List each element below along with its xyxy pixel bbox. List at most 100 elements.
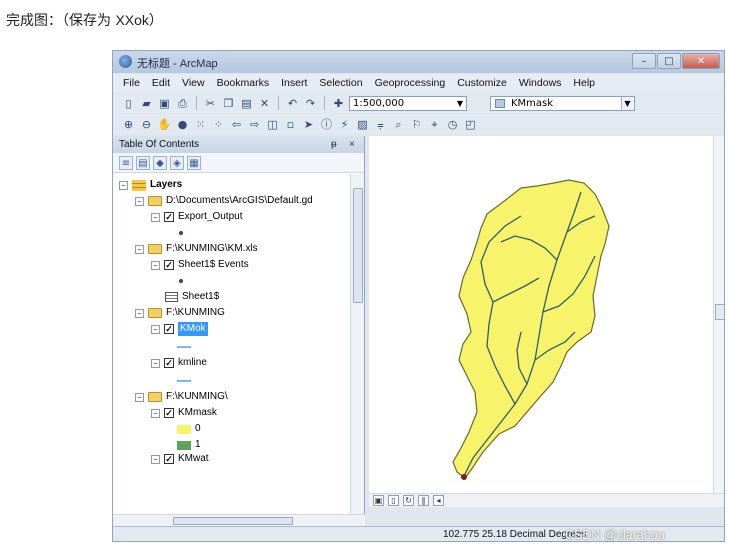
title-bar[interactable]: 无标题 - ArcMap – □ ✕ [113,51,724,73]
chevron-down-icon[interactable]: ▼ [457,97,463,110]
toc-row-export-output[interactable]: − ✓ Export_Output [151,210,242,224]
options-icon[interactable]: ▦ [187,155,201,170]
toc-vertical-scrollbar[interactable] [350,174,364,514]
list-by-drawing-order-icon[interactable]: ≡ [119,155,133,170]
visibility-checkbox[interactable]: ✓ [164,358,174,368]
collapse-icon[interactable]: − [151,358,160,368]
menu-help[interactable]: Help [573,77,595,89]
visibility-checkbox[interactable]: ✓ [164,324,174,334]
html-popup-icon[interactable]: ▨ [355,117,370,132]
fixed-zoom-in-icon[interactable]: ⁙ [193,117,208,132]
menu-selection[interactable]: Selection [319,77,362,89]
maximize-button[interactable]: □ [657,53,681,69]
collapse-icon[interactable]: − [151,408,160,418]
paste-icon[interactable]: ▤ [239,96,254,111]
close-icon[interactable]: × [349,136,355,153]
toc-row-sheet-table[interactable]: Sheet1$ [165,290,219,304]
list-by-visibility-icon[interactable]: ◆ [153,155,167,170]
collapse-icon[interactable]: − [119,180,128,190]
print-icon[interactable]: ⎙ [175,96,190,111]
delete-icon[interactable]: ✕ [257,96,272,111]
visibility-checkbox[interactable]: ✓ [164,260,174,270]
hyperlink-icon[interactable]: ⚡ [337,117,352,132]
collapse-icon[interactable]: − [151,212,160,222]
visibility-checkbox[interactable]: ✓ [164,408,174,418]
collapse-icon[interactable]: − [135,392,144,402]
chevron-down-icon[interactable]: ▼ [621,96,633,110]
layer-label-selected[interactable]: KMok [178,322,208,336]
list-by-selection-icon[interactable]: ◈ [170,155,184,170]
toc-row-group-kunming-sub[interactable]: − F:\KUNMING\ [135,390,228,404]
map-display[interactable] [369,136,713,493]
toc-row-kmline[interactable]: − ✓ kmline [151,356,207,370]
scrollbar-thumb[interactable] [173,517,293,525]
toc-row-group-default-gdb[interactable]: − D:\Documents\ArcGIS\Default.gd [135,194,313,208]
toc-row-group-kunming[interactable]: − F:\KUNMING [135,306,225,320]
menu-geoprocessing[interactable]: Geoprocessing [375,77,446,89]
collapse-icon[interactable]: − [151,260,160,270]
clear-selection-icon[interactable]: ▫ [283,117,298,132]
open-folder-icon[interactable]: ▰ [139,96,154,111]
map-vertical-scrollbar[interactable] [713,136,724,493]
pin-icon[interactable]: ᵽ [331,136,337,153]
group-path-label: F:\KUNMING\KM.xls [166,243,258,254]
redo-icon[interactable]: ↷ [303,96,318,111]
menu-customize[interactable]: Customize [457,77,507,89]
map-scale-combo[interactable]: 1:500,000 ▼ [349,95,467,111]
collapse-icon[interactable]: − [151,454,160,464]
scrollbar-thumb[interactable] [715,304,724,320]
toc-row-kmwat[interactable]: − ✓ KMwat [151,454,209,464]
pause-drawing-icon[interactable]: ‖ [418,495,429,506]
find-route-icon[interactable]: ⚐ [409,117,424,132]
target-layer-combo[interactable]: KMmask ▼ [490,95,635,111]
add-data-icon[interactable]: ✚ [331,96,346,111]
save-icon[interactable]: ▣ [157,96,172,111]
menu-bookmarks[interactable]: Bookmarks [217,77,270,89]
toc-row-layers[interactable]: − Layers [119,178,182,192]
refresh-icon[interactable]: ↻ [403,495,414,506]
fixed-zoom-out-icon[interactable]: ⁘ [211,117,226,132]
find-icon[interactable]: ⌕ [391,117,406,132]
cut-icon[interactable]: ✂ [203,96,218,111]
collapse-icon[interactable]: − [135,308,144,318]
visibility-checkbox[interactable]: ✓ [164,454,174,464]
new-document-icon[interactable]: ▯ [121,96,136,111]
minimize-button[interactable]: – [632,53,656,69]
toc-row-group-km-xls[interactable]: − F:\KUNMING\KM.xls [135,242,258,256]
collapse-icon[interactable]: − [135,196,144,206]
select-elements-icon[interactable]: ➤ [301,117,316,132]
layout-view-icon[interactable]: ▯ [388,495,399,506]
toc-row-kmmask[interactable]: − ✓ KMmask [151,406,217,420]
measure-icon[interactable]: ⩦ [373,117,388,132]
full-extent-icon[interactable]: ● [175,117,190,132]
zoom-in-icon[interactable]: ⊕ [121,117,136,132]
close-button[interactable]: ✕ [682,53,720,69]
menu-windows[interactable]: Windows [519,77,562,89]
select-features-icon[interactable]: ◫ [265,117,280,132]
forward-arrow-icon[interactable]: ⇨ [247,117,262,132]
point-symbol-icon [179,279,183,283]
data-view-icon[interactable]: ▣ [373,495,384,506]
undo-icon[interactable]: ↶ [285,96,300,111]
identify-icon[interactable]: ⓘ [319,117,334,132]
scroll-left-icon[interactable]: ◂ [433,495,444,506]
menu-file[interactable]: File [123,77,140,89]
visibility-checkbox[interactable]: ✓ [164,212,174,222]
zoom-out-icon[interactable]: ⊖ [139,117,154,132]
time-slider-icon[interactable]: ◷ [445,117,460,132]
collapse-icon[interactable]: − [135,244,144,254]
list-by-source-icon[interactable]: ▤ [136,155,150,170]
menu-view[interactable]: View [182,77,205,89]
copy-icon[interactable]: ❐ [221,96,236,111]
menu-edit[interactable]: Edit [152,77,170,89]
collapse-icon[interactable]: − [151,324,160,334]
menu-insert[interactable]: Insert [281,77,307,89]
toc-horizontal-scrollbar[interactable] [113,514,365,526]
pan-hand-icon[interactable]: ✋ [157,117,172,132]
toc-row-sheet-events[interactable]: − ✓ Sheet1$ Events [151,258,249,272]
scrollbar-thumb[interactable] [353,188,363,303]
create-viewer-icon[interactable]: ◰ [463,117,478,132]
back-arrow-icon[interactable]: ⇦ [229,117,244,132]
toc-row-kmok[interactable]: − ✓ KMok [151,322,208,336]
go-to-xy-icon[interactable]: ⌖ [427,117,442,132]
